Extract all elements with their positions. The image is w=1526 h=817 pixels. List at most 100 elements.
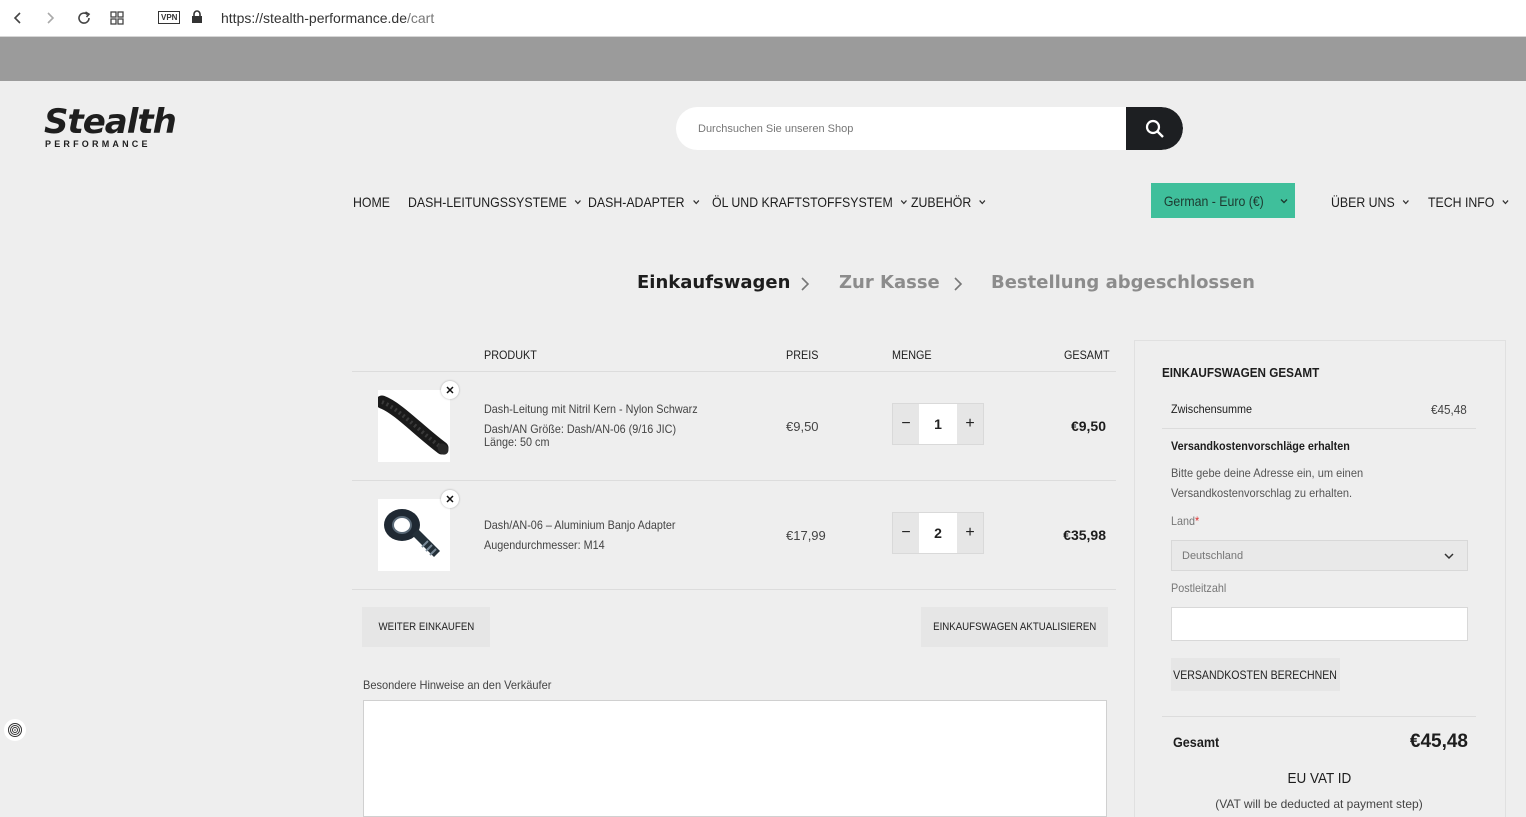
seller-notes-textarea[interactable] <box>363 700 1107 817</box>
update-cart-label: EINKAUFSWAGEN AKTUALISIEREN <box>932 621 1097 633</box>
country-select-value: Deutschland <box>1182 549 1244 562</box>
decrement-button[interactable]: − <box>893 513 919 553</box>
address-bar[interactable]: https://stealth-performance.de/cart <box>221 10 434 26</box>
search-bar <box>676 107 1183 150</box>
fingerprint-icon[interactable] <box>4 719 26 741</box>
country-label-text: Land <box>1171 514 1196 528</box>
column-header-total: GESAMT <box>1064 348 1110 362</box>
chevron-down-icon <box>575 200 582 205</box>
remove-item-button[interactable]: ✕ <box>441 490 459 508</box>
tabs-grid-icon[interactable] <box>108 9 126 27</box>
url-host: https://stealth-performance.de <box>221 10 407 26</box>
stealth-logo[interactable]: Stealth PERFORMANCE <box>44 102 177 154</box>
nav-dash-adapter-label: DASH-ADAPTER <box>588 194 685 210</box>
search-icon <box>1145 119 1164 138</box>
vat-id-title-text: EU VAT ID <box>1287 770 1351 787</box>
required-marker: * <box>1195 514 1200 528</box>
logo-subtitle: PERFORMANCE <box>45 139 151 149</box>
nav-tech-info[interactable]: TECH INFO <box>1428 194 1510 210</box>
subtotal-value: €45,48 <box>1431 402 1467 417</box>
vat-note: (VAT will be deducted at payment step) <box>1215 797 1423 811</box>
notes-label: Besondere Hinweise an den Verkäufer <box>363 678 552 692</box>
item-price: €17,99 <box>786 528 826 543</box>
increment-button[interactable]: + <box>957 404 983 444</box>
step-order-complete: Bestellung abgeschlossen <box>991 272 1255 293</box>
subtotal-label: Zwischensumme <box>1171 402 1253 416</box>
nav-dash-leitungssysteme-label: DASH-LEITUNGSSYSTEME <box>408 194 567 210</box>
remove-item-button[interactable]: ✕ <box>441 381 459 399</box>
item-total: €9,50 <box>1070 418 1106 434</box>
nav-home-label: HOME <box>353 194 390 210</box>
chevron-down-icon <box>1280 198 1288 203</box>
summary-title: EINKAUFSWAGEN GESAMT <box>1162 365 1320 380</box>
product-variant: Dash/AN Größe: Dash/AN-06 (9/16 JIC) <box>484 422 677 436</box>
update-cart-button[interactable]: EINKAUFSWAGEN AKTUALISIEREN <box>921 607 1108 647</box>
nav-zubehoer-label: ZUBEHÖR <box>911 194 972 210</box>
browser-toolbar: VPN https://stealth-performance.de/cart <box>0 0 1526 37</box>
chevron-right-icon <box>952 276 964 297</box>
forward-icon[interactable] <box>41 9 59 27</box>
shipping-estimate-text: Bitte gebe deine Adresse ein, um einen V… <box>1171 466 1364 500</box>
grand-total-label: Gesamt <box>1173 734 1220 750</box>
nav-zubehoer[interactable]: ZUBEHÖR <box>911 194 987 210</box>
grand-total-value: €45,48 <box>1409 731 1468 752</box>
nav-tech-info-label: TECH INFO <box>1428 194 1495 210</box>
lock-icon[interactable] <box>191 10 203 29</box>
column-header-product: PRODUKT <box>484 348 537 362</box>
chevron-down-icon <box>692 200 700 205</box>
divider <box>352 371 1116 372</box>
shipping-estimate-title: Versandkostenvorschläge erhalten <box>1171 439 1350 453</box>
back-icon[interactable] <box>9 9 27 27</box>
calculate-shipping-label: VERSANDKOSTEN BERECHNEN <box>1173 667 1338 682</box>
chevron-down-icon <box>979 200 986 205</box>
divider <box>352 480 1116 481</box>
continue-shopping-button[interactable]: WEITER EINKAUFEN <box>362 607 490 647</box>
product-variant: Augendurchmesser: M14 <box>484 538 605 552</box>
column-header-price: PREIS <box>786 348 819 362</box>
quantity-stepper: − 2 + <box>892 512 984 554</box>
announcement-bar <box>0 37 1526 81</box>
product-image-hose[interactable] <box>375 390 450 462</box>
country-label: Land* <box>1171 514 1199 528</box>
zip-label: Postleitzahl <box>1171 581 1227 595</box>
nav-dash-leitungssysteme[interactable]: DASH-LEITUNGSSYSTEME <box>408 194 583 210</box>
product-name[interactable]: Dash/AN-06 – Aluminium Banjo Adapter <box>484 518 676 532</box>
item-total: €35,98 <box>1063 527 1106 543</box>
vpn-badge[interactable]: VPN <box>158 11 181 24</box>
quantity-value[interactable]: 1 <box>919 404 957 444</box>
search-button[interactable] <box>1126 107 1183 150</box>
product-name[interactable]: Dash-Leitung mit Nitril Kern - Nylon Sch… <box>484 402 698 416</box>
chevron-down-icon <box>1403 200 1410 205</box>
zip-input[interactable] <box>1171 607 1468 641</box>
chevron-right-icon <box>799 276 811 297</box>
chevron-down-icon <box>901 200 908 205</box>
url-path: /cart <box>407 10 435 26</box>
decrement-button[interactable]: − <box>893 404 919 444</box>
quantity-stepper: − 1 + <box>892 403 984 445</box>
chevron-down-icon <box>1444 553 1454 560</box>
continue-shopping-label: WEITER EINKAUFEN <box>378 621 474 633</box>
search-input[interactable] <box>676 107 1126 150</box>
vat-id-title: EU VAT ID <box>1162 770 1476 787</box>
divider <box>1162 428 1476 429</box>
product-length: Länge: 50 cm <box>484 435 550 449</box>
product-image-banjo[interactable] <box>378 499 450 571</box>
nav-oel-kraftstoffsystem[interactable]: ÖL UND KRAFTSTOFFSYSTEM <box>712 194 909 210</box>
quantity-value[interactable]: 2 <box>919 513 957 553</box>
logo-wordmark: Stealth <box>44 102 177 142</box>
increment-button[interactable]: + <box>957 513 983 553</box>
currency-selector[interactable]: German - Euro (€) <box>1151 183 1295 218</box>
nav-oel-label: ÖL UND KRAFTSTOFFSYSTEM <box>712 194 893 210</box>
nav-dash-adapter[interactable]: DASH-ADAPTER <box>588 194 700 210</box>
item-price: €9,50 <box>786 419 819 434</box>
country-select[interactable]: Deutschland <box>1171 540 1468 571</box>
divider <box>1162 716 1476 717</box>
nav-home[interactable]: HOME <box>353 194 390 210</box>
chevron-down-icon <box>1502 200 1509 205</box>
nav-ueber-uns[interactable]: ÜBER UNS <box>1331 194 1411 210</box>
calculate-shipping-button[interactable]: VERSANDKOSTEN BERECHNEN <box>1171 658 1340 691</box>
reload-icon[interactable] <box>75 9 93 27</box>
step-cart: Einkaufswagen <box>637 272 791 293</box>
step-checkout[interactable]: Zur Kasse <box>839 272 940 293</box>
currency-label: German - Euro (€) <box>1164 192 1264 209</box>
